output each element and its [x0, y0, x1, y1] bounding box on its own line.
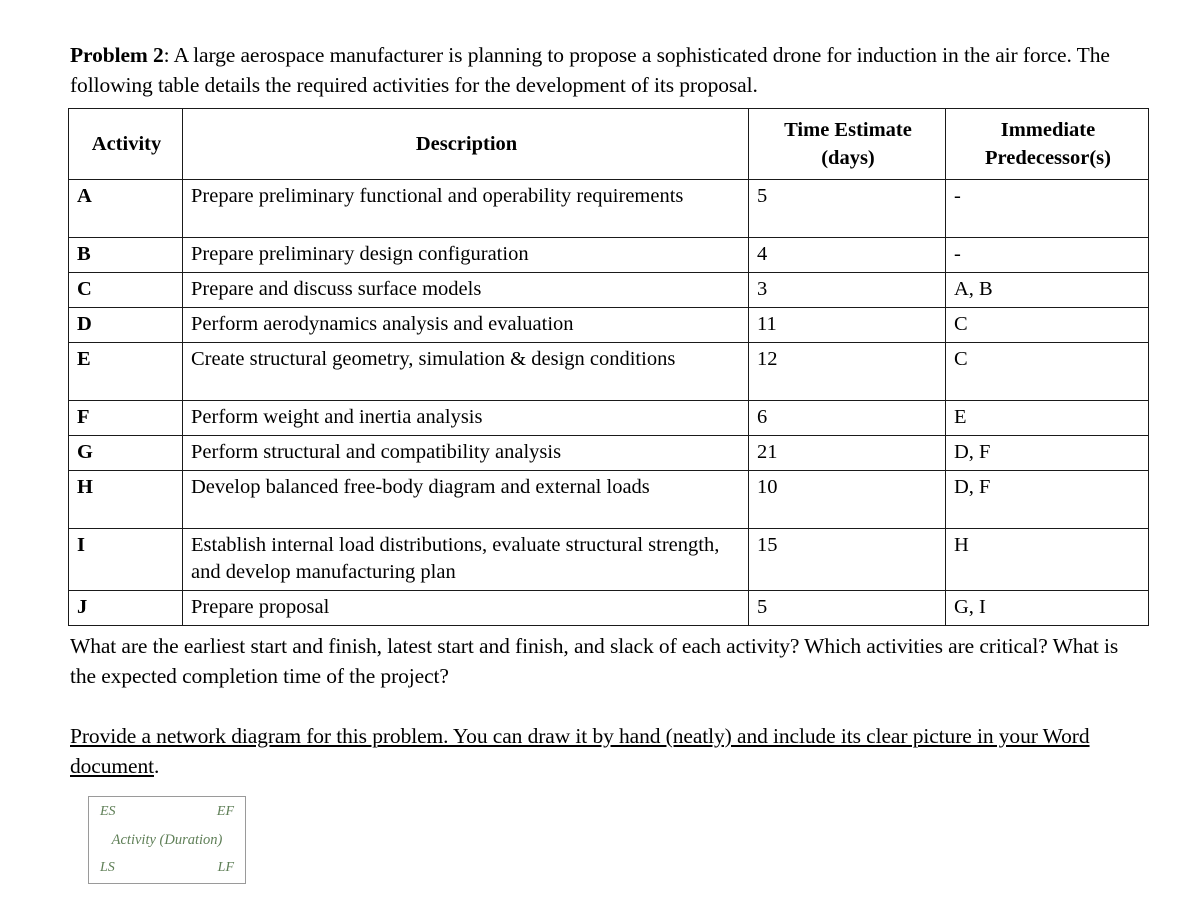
cell-predecessors: H [945, 528, 1149, 591]
cell-time: 5 [748, 179, 946, 238]
cell-activity: B [68, 237, 183, 273]
header-description: Description [182, 108, 749, 180]
cell-time: 3 [748, 272, 946, 308]
header-predecessors-line2: Predecessor(s) [985, 147, 1111, 169]
cell-predecessors: E [945, 400, 1149, 436]
cell-predecessors: C [945, 307, 1149, 343]
cell-description: Perform weight and inertia analysis [182, 400, 749, 436]
cell-time: 4 [748, 237, 946, 273]
instruction-paragraph: Provide a network diagram for this probl… [70, 721, 1120, 781]
cell-activity: I [68, 528, 183, 591]
table-header-row: Activity Description Time Estimate (days… [68, 108, 1149, 180]
cell-description: Perform structural and compatibility ana… [182, 435, 749, 471]
cell-time: 10 [748, 470, 946, 529]
problem-label: Problem 2 [70, 42, 164, 67]
cell-description: Prepare proposal [182, 590, 749, 626]
instruction-period: . [153, 753, 160, 778]
cell-activity: G [68, 435, 183, 471]
table-row: C Prepare and discuss surface models 3 A… [68, 272, 1149, 308]
problem-statement: Problem 2: A large aerospace manufacture… [70, 40, 1145, 100]
questions-paragraph: What are the earliest start and finish, … [70, 633, 1119, 688]
legend-es-label: ES [100, 804, 116, 819]
table-row: B Prepare preliminary design configurati… [68, 237, 1149, 273]
cell-predecessors: - [945, 179, 1149, 238]
cell-description: Prepare preliminary functional and opera… [182, 179, 749, 238]
activity-node-legend: ES EF Activity (Duration) LS LF [88, 796, 246, 884]
legend-bottom-row: LS LF [89, 860, 245, 876]
table-row: H Develop balanced free-body diagram and… [68, 470, 1149, 529]
cell-activity: C [68, 272, 183, 308]
cell-time: 11 [748, 307, 946, 343]
cell-time: 12 [748, 342, 946, 401]
cell-time: 6 [748, 400, 946, 436]
document-page: Problem 2: A large aerospace manufacture… [0, 0, 1200, 906]
cell-predecessors: D, F [945, 435, 1149, 471]
table-row: I Establish internal load distributions,… [68, 528, 1149, 591]
table-row: A Prepare preliminary functional and ope… [68, 179, 1149, 238]
problem-body: : A large aerospace manufacturer is plan… [70, 42, 1110, 97]
cell-time: 15 [748, 528, 946, 591]
table-header: Activity Description Time Estimate (days… [68, 108, 1149, 180]
header-time-estimate: Time Estimate (days) [748, 108, 946, 180]
activities-table: Activity Description Time Estimate (days… [68, 108, 1149, 626]
header-activity: Activity [68, 108, 183, 180]
header-time-estimate-line1: Time Estimate [784, 119, 912, 141]
table-row: J Prepare proposal 5 G, I [68, 590, 1149, 626]
cell-activity: D [68, 307, 183, 343]
legend-activity-duration-label: Activity (Duration) [111, 832, 223, 848]
cell-time: 5 [748, 590, 946, 626]
cell-description: Develop balanced free-body diagram and e… [182, 470, 749, 529]
header-predecessors: Immediate Predecessor(s) [945, 108, 1149, 180]
cell-predecessors: D, F [945, 470, 1149, 529]
table-row: F Perform weight and inertia analysis 6 … [68, 400, 1149, 436]
cell-activity: E [68, 342, 183, 401]
cell-predecessors: A, B [945, 272, 1149, 308]
legend-top-row: ES EF [89, 804, 245, 820]
instruction-underlined-text: Provide a network diagram for this probl… [70, 723, 1090, 778]
cell-activity: J [68, 590, 183, 626]
cell-description: Prepare and discuss surface models [182, 272, 749, 308]
legend-lf-label: LF [217, 860, 234, 875]
cell-description: Prepare preliminary design configuration [182, 237, 749, 273]
table-row: G Perform structural and compatibility a… [68, 435, 1149, 471]
cell-activity: A [68, 179, 183, 238]
cell-activity: H [68, 470, 183, 529]
cell-predecessors: G, I [945, 590, 1149, 626]
table-row: E Create structural geometry, simulation… [68, 342, 1149, 401]
cell-predecessors: C [945, 342, 1149, 401]
legend-ls-label: LS [100, 860, 115, 875]
cell-description: Perform aerodynamics analysis and evalua… [182, 307, 749, 343]
cell-activity: F [68, 400, 183, 436]
header-predecessors-line1: Immediate [1000, 119, 1096, 141]
cell-description: Establish internal load distributions, e… [182, 528, 749, 591]
activities-table-container: Activity Description Time Estimate (days… [68, 108, 1149, 626]
legend-ef-label: EF [216, 804, 234, 819]
cell-predecessors: - [945, 237, 1149, 273]
cell-time: 21 [748, 435, 946, 471]
table-row: D Perform aerodynamics analysis and eval… [68, 307, 1149, 343]
cell-description: Create structural geometry, simulation &… [182, 342, 749, 401]
table-body: A Prepare preliminary functional and ope… [68, 179, 1149, 626]
header-time-estimate-line2: (days) [821, 147, 875, 169]
